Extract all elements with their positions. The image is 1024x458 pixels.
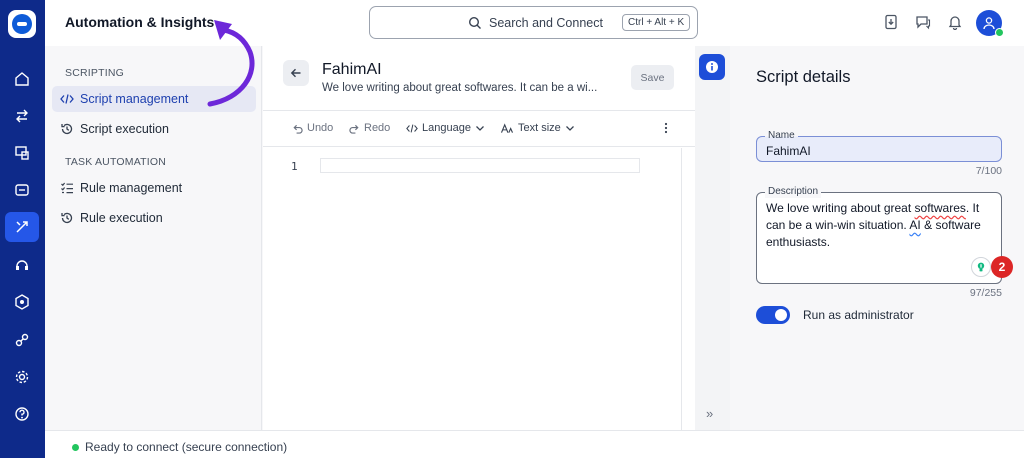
- line-number: 1: [291, 160, 298, 173]
- chevron-down-icon: [475, 126, 484, 131]
- sessions-icon[interactable]: [5, 175, 39, 205]
- status-bar: Ready to connect (secure connection): [45, 430, 1024, 458]
- toggle-knob: [775, 309, 787, 321]
- support-icon[interactable]: [5, 250, 39, 280]
- nav-item-rule-management[interactable]: Rule management: [52, 175, 256, 201]
- name-field[interactable]: Name FahimAI: [756, 130, 1002, 162]
- app-rail: [0, 0, 45, 458]
- teamviewer-logo-icon[interactable]: [8, 10, 36, 38]
- nav-item-label: Rule execution: [80, 211, 163, 225]
- search-icon: [468, 16, 481, 29]
- name-char-counter: 7/100: [975, 165, 1002, 177]
- details-title: Script details: [756, 68, 851, 86]
- annotation-arrow-icon: [207, 20, 255, 107]
- info-button[interactable]: [699, 54, 725, 80]
- grammar-assistant-widget[interactable]: 2: [971, 256, 1015, 278]
- run-as-admin-label: Run as administrator: [803, 308, 914, 322]
- chevron-down-icon: [565, 126, 574, 131]
- page-title: Automation & Insights: [65, 14, 215, 30]
- security-icon[interactable]: [5, 287, 39, 317]
- script-details-panel: Script details Name FahimAI 7/100 Descri…: [730, 46, 1024, 430]
- expand-panel-icon[interactable]: »: [706, 406, 713, 421]
- notification-bell-icon[interactable]: [947, 14, 963, 30]
- description-field[interactable]: Description We love writing about great …: [756, 186, 1013, 284]
- chat-icon[interactable]: [915, 14, 931, 30]
- undo-label: Undo: [307, 122, 334, 134]
- description-field-value: We love writing about great softwares. I…: [766, 200, 994, 251]
- nav-item-script-execution[interactable]: Script execution: [52, 116, 256, 142]
- code-icon: [60, 92, 74, 106]
- help-icon[interactable]: [5, 399, 39, 429]
- connection-status-text: Ready to connect (secure connection): [85, 440, 288, 454]
- language-dropdown[interactable]: Language: [406, 122, 489, 134]
- current-line-highlight[interactable]: [320, 158, 640, 173]
- integrations-icon[interactable]: [5, 325, 39, 355]
- undo-button[interactable]: Undo: [292, 122, 333, 134]
- nav-item-rule-execution[interactable]: Rule execution: [52, 205, 256, 231]
- connection-status-dot: [72, 444, 79, 451]
- description-field-label: Description: [765, 186, 822, 198]
- undo-icon: [293, 124, 303, 134]
- details-rail: »: [695, 46, 730, 430]
- grammar-issue-count-badge[interactable]: 2: [991, 256, 1013, 278]
- redo-button[interactable]: Redo: [349, 122, 390, 134]
- script-description-preview: We love writing about great softwares. I…: [322, 82, 598, 94]
- code-editor[interactable]: 1: [263, 148, 695, 430]
- search-label: Search and Connect: [489, 16, 603, 30]
- script-name-heading: FahimAI: [322, 61, 382, 78]
- save-button[interactable]: Save: [631, 65, 674, 90]
- automation-icon[interactable]: [5, 212, 39, 242]
- transfer-icon[interactable]: [5, 101, 39, 131]
- nav-item-label: Rule management: [80, 181, 183, 195]
- redo-label: Redo: [364, 122, 391, 134]
- history-icon: [60, 211, 74, 225]
- nav-section-scripting: SCRIPTING: [65, 67, 124, 79]
- user-icon: [983, 17, 995, 30]
- name-field-value: FahimAI: [766, 144, 811, 158]
- language-label: Language: [422, 122, 471, 134]
- checklist-icon: [60, 181, 74, 195]
- flagged-word[interactable]: AI: [909, 218, 920, 232]
- editor-toolbar: Undo Redo Language Text size: [263, 110, 695, 147]
- redo-icon: [349, 124, 359, 134]
- info-icon: [706, 61, 718, 73]
- user-avatar[interactable]: [976, 10, 1004, 37]
- text-size-label: Text size: [518, 122, 561, 134]
- text-size-dropdown[interactable]: Text size: [500, 122, 579, 134]
- run-as-admin-toggle[interactable]: [756, 306, 790, 324]
- online-status-dot: [995, 28, 1004, 37]
- lightbulb-icon[interactable]: [971, 257, 991, 277]
- top-header: Automation & Insights Search and Connect…: [45, 0, 1024, 46]
- nav-item-label: Script management: [80, 92, 189, 106]
- home-icon[interactable]: [5, 64, 39, 94]
- search-and-connect-input[interactable]: Search and Connect Ctrl + Alt + K: [369, 6, 698, 39]
- description-text: We love writing about great: [766, 201, 915, 215]
- history-icon: [60, 122, 74, 136]
- script-editor-panel: FahimAI We love writing about great soft…: [263, 46, 695, 430]
- back-button[interactable]: [283, 60, 309, 86]
- nav-item-label: Script execution: [80, 122, 169, 136]
- misspelled-word[interactable]: softwares: [915, 201, 966, 215]
- nav-section-task-automation: TASK AUTOMATION: [65, 156, 167, 168]
- search-shortcut-badge: Ctrl + Alt + K: [622, 14, 691, 31]
- download-icon[interactable]: [883, 14, 899, 30]
- text-size-icon: [500, 122, 514, 133]
- more-options-button[interactable]: [664, 122, 672, 134]
- arrow-left-icon: [290, 68, 301, 78]
- name-field-label: Name: [765, 130, 798, 142]
- code-icon: [406, 124, 418, 132]
- settings-gear-icon[interactable]: [5, 362, 39, 392]
- more-vertical-icon: [664, 122, 668, 134]
- devices-icon[interactable]: [5, 138, 39, 168]
- editor-scrollbar-track[interactable]: [681, 148, 682, 430]
- description-char-counter: 97/255: [969, 287, 1002, 299]
